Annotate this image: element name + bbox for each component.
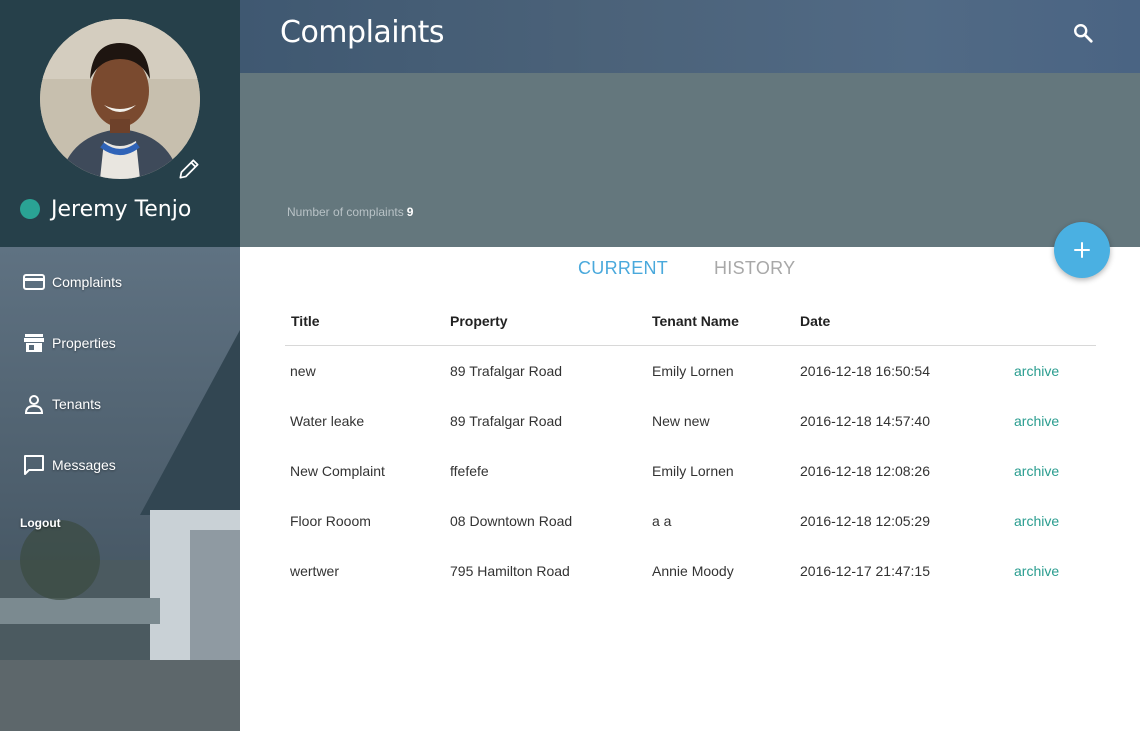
search-icon[interactable] [1072,22,1094,44]
card-icon [23,274,45,290]
plus-icon [1074,242,1090,258]
archive-link[interactable]: archive [1014,513,1059,529]
table-row[interactable]: Water leake 89 Trafalgar Road New new 20… [285,396,1096,446]
cell-property: 89 Trafalgar Road [450,363,563,379]
cell-date: 2016-12-18 16:50:54 [800,363,930,379]
avatar[interactable] [40,19,200,179]
page-title: Complaints [280,15,445,50]
cell-date: 2016-12-18 14:57:40 [800,413,930,429]
user-name: Jeremy Tenjo [51,196,192,222]
store-icon [24,334,44,352]
pencil-icon[interactable] [176,156,202,182]
complaints-count: Number of complaints 9 [287,205,413,219]
sidebar-item-label: Properties [52,335,116,351]
sidebar-item-label: Messages [52,457,116,473]
archive-link[interactable]: archive [1014,413,1059,429]
cell-title: New Complaint [290,463,385,479]
cell-property: 795 Hamilton Road [450,563,570,579]
sidebar-nav: Complaints Properties Tenants Messages [0,270,240,514]
user-info: Jeremy Tenjo [20,196,191,222]
chat-icon [24,455,44,475]
column-header-property: Property [450,313,508,329]
archive-link[interactable]: archive [1014,563,1059,579]
archive-link[interactable]: archive [1014,363,1059,379]
sidebar-item-label: Complaints [52,274,123,290]
tabs: CURRENT HISTORY [240,258,1140,286]
avatar-image [40,19,200,179]
column-header-title: Title [291,313,320,329]
online-status-dot [20,199,40,219]
cell-tenant: Emily Lornen [652,463,734,479]
cell-tenant: New new [652,413,710,429]
column-header-date: Date [800,313,831,329]
archive-link[interactable]: archive [1014,463,1059,479]
cell-property: 89 Trafalgar Road [450,413,563,429]
complaints-count-value: 9 [406,205,414,219]
cell-tenant: a a [652,513,672,529]
profile-panel: Jeremy Tenjo [0,0,240,247]
table-row[interactable]: wertwer 795 Hamilton Road Annie Moody 20… [285,546,1096,596]
cell-date: 2016-12-18 12:05:29 [800,513,930,529]
logout-link[interactable]: Logout [20,516,61,530]
tab-current[interactable]: CURRENT [578,258,668,279]
cell-title: wertwer [290,563,340,579]
cell-title: new [290,363,316,379]
cell-property: 08 Downtown Road [450,513,573,529]
page-header: Complaints Number of complaints 9 [240,0,1140,247]
cell-property: ffefefe [450,463,489,479]
cell-tenant: Emily Lornen [652,363,734,379]
cell-tenant: Annie Moody [652,563,734,579]
tab-history[interactable]: HISTORY [714,258,795,279]
complaints-table: Title Property Tenant Name Date new 89 T… [285,300,1096,596]
table-row[interactable]: new 89 Trafalgar Road Emily Lornen 2016-… [285,346,1096,396]
cell-date: 2016-12-18 12:08:26 [800,463,930,479]
table-header: Title Property Tenant Name Date [285,300,1096,346]
sidebar-item-messages[interactable]: Messages [0,453,240,514]
sidebar-item-properties[interactable]: Properties [0,331,240,392]
table-row[interactable]: New Complaint ffefefe Emily Lornen 2016-… [285,446,1096,496]
sidebar-item-label: Tenants [52,396,102,412]
table-row[interactable]: Floor Rooom 08 Downtown Road a a 2016-12… [285,496,1096,546]
sidebar-item-tenants[interactable]: Tenants [0,392,240,453]
complaints-count-label: Number of complaints [287,205,404,219]
cell-title: Water leake [290,413,365,429]
sidebar: Jeremy Tenjo Complaints Properties Tenan [0,0,240,731]
person-icon [24,395,44,414]
cell-title: Floor Rooom [290,513,371,529]
sidebar-item-complaints[interactable]: Complaints [0,270,240,331]
column-header-tenant-name: Tenant Name [652,313,739,329]
cell-date: 2016-12-17 21:47:15 [800,563,930,579]
